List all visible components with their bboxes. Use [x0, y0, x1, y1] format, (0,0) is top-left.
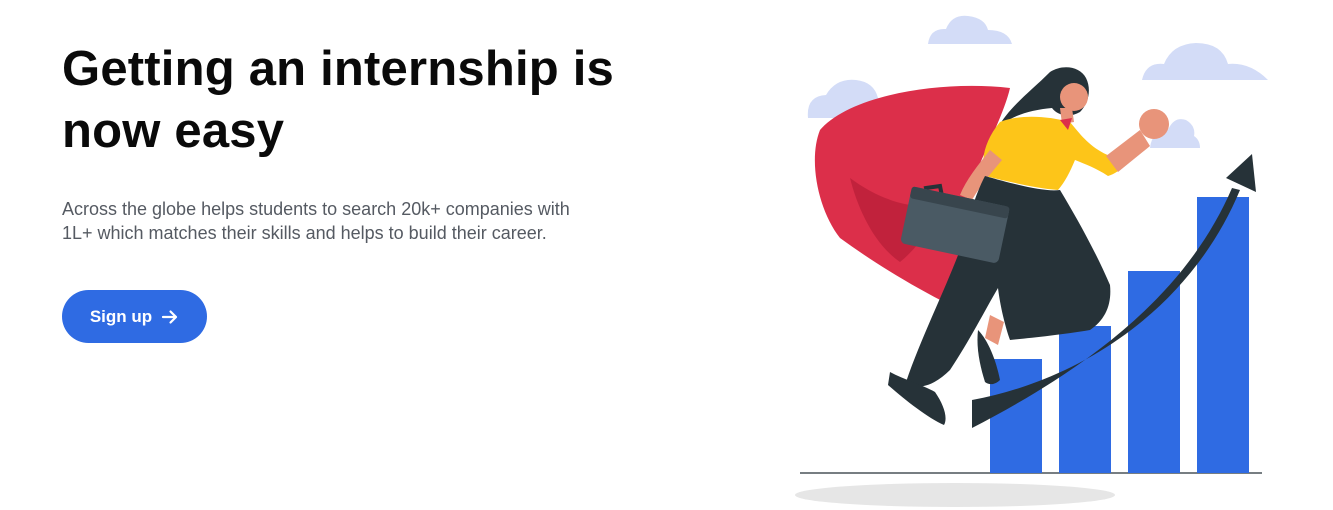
shirt — [983, 116, 1126, 190]
hero-title: Getting an internship is now easy — [62, 38, 702, 162]
ground-shadow — [795, 483, 1115, 507]
hero-description: Across the globe helps students to searc… — [62, 197, 662, 245]
signup-button[interactable]: Sign up — [62, 290, 207, 343]
hero-title-line-2: now easy — [62, 104, 285, 158]
hero-illustration — [795, 15, 1268, 507]
growth-arrow-head — [1226, 154, 1256, 192]
hero-description-line-2: 1L+ which matches their skills and helps… — [62, 223, 547, 243]
cloud-right — [1142, 43, 1268, 80]
head — [1060, 83, 1088, 111]
fist — [1139, 109, 1169, 139]
bar-4 — [1197, 197, 1249, 473]
bar-3 — [1128, 271, 1180, 473]
cloud-top — [928, 15, 1012, 44]
signup-button-label: Sign up — [89, 306, 153, 326]
hero-description-line-1: Across the globe helps students to searc… — [62, 199, 570, 219]
ankle — [985, 315, 1004, 345]
hero-title-line-1: Getting an internship is — [62, 42, 615, 96]
arrow-right-icon — [162, 309, 178, 324]
